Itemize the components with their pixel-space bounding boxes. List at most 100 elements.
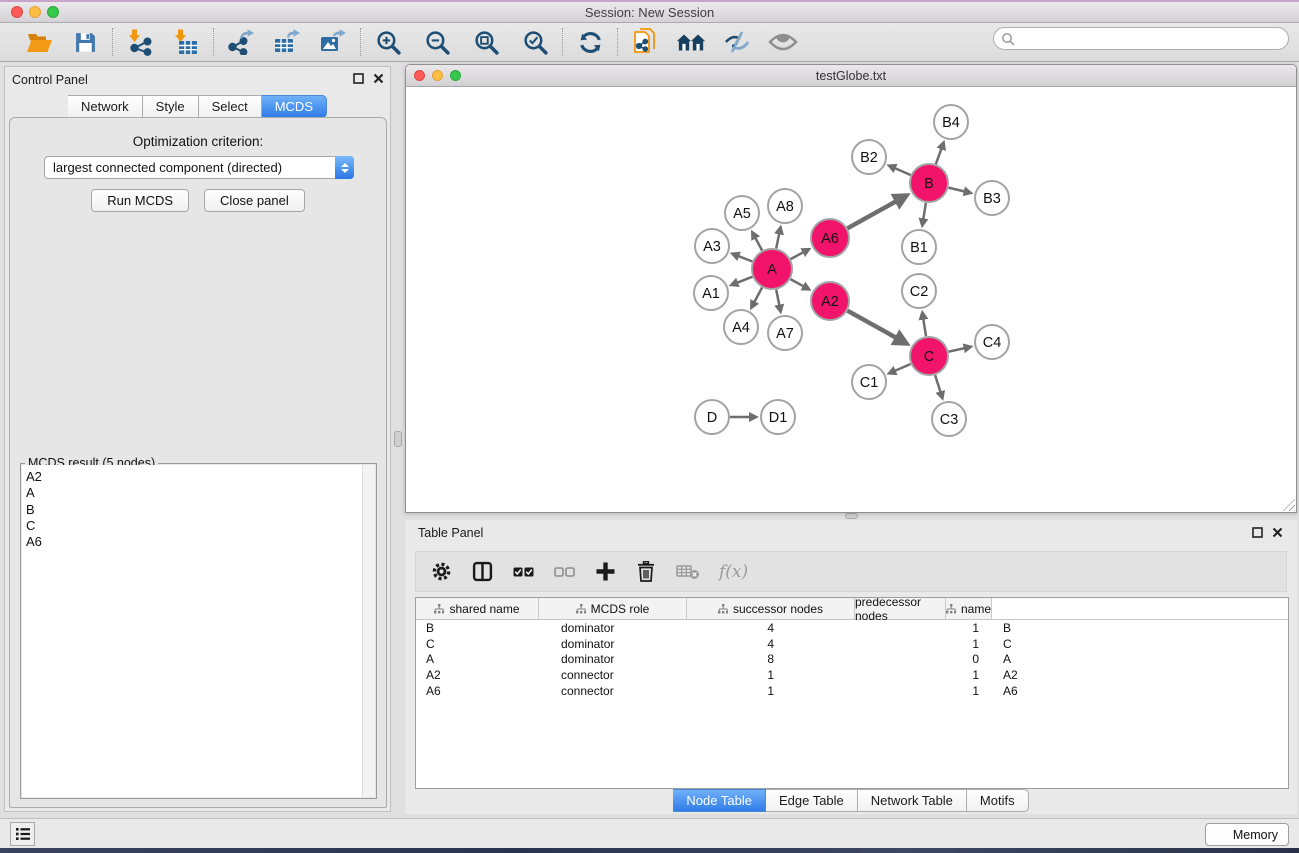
graph-edge-C-C3[interactable] [935,375,941,393]
show-details-button[interactable] [768,27,798,57]
graph-edge-B-B2[interactable] [894,168,910,175]
graph-edge-C-C1[interactable] [894,364,910,371]
cell-mcds-role[interactable]: dominator [548,637,671,651]
mcds-result-item[interactable]: A6 [26,534,375,550]
control-panel-tab[interactable]: Style [143,95,199,118]
close-panel-icon[interactable] [373,73,384,84]
graph-edge-C-C2[interactable] [923,318,926,336]
close-table-panel-icon[interactable] [1272,527,1283,538]
result-list-scrollbar[interactable] [362,465,375,797]
home-button[interactable] [676,27,706,57]
table-row[interactable]: A6 connector 1 1 A6 [416,683,1288,699]
table-row[interactable]: A2 connector 1 1 A2 [416,667,1288,683]
table-row[interactable]: B dominator 4 1 B [416,620,1288,636]
zoom-fit-button[interactable] [471,27,501,57]
graph-edge-A6-B[interactable] [848,201,898,229]
cell-shared-name[interactable]: A6 [416,684,548,698]
table-column-header[interactable]: MCDS role [539,598,687,619]
table-tab[interactable]: Edge Table [766,789,858,812]
cell-mcds-role[interactable]: connector [548,668,671,682]
save-session-button[interactable] [70,27,100,57]
graph-edge-A-A6[interactable] [791,252,805,259]
zoom-selected-button[interactable] [520,27,550,57]
graph-edge-A-A7[interactable] [776,290,779,307]
graph-edge-A-A4[interactable] [754,288,762,303]
cell-successor-nodes[interactable]: 4 [671,621,819,635]
graph-edge-A-A1[interactable] [737,277,753,283]
cell-successor-nodes[interactable]: 4 [671,637,819,651]
export-table-button[interactable] [272,27,302,57]
table-settings-button[interactable] [430,560,452,584]
cell-mcds-role[interactable]: dominator [548,621,671,635]
table-tab[interactable]: Node Table [673,789,766,812]
mcds-result-item[interactable]: A2 [26,469,375,485]
cell-name[interactable]: C [987,637,1078,651]
create-column-button[interactable] [594,560,616,584]
cell-shared-name[interactable]: A2 [416,668,548,682]
zoom-out-button[interactable] [422,27,452,57]
cell-name[interactable]: A [987,652,1078,666]
cell-successor-nodes[interactable]: 1 [671,668,819,682]
delete-columns-button[interactable] [635,560,657,584]
control-panel-tab[interactable]: Select [199,95,262,118]
vertical-splitter-handle[interactable] [394,431,402,447]
graph-edge-A-A8[interactable] [776,233,779,249]
network-from-file-button[interactable] [630,27,660,57]
network-window-titlebar[interactable]: testGlobe.txt [406,65,1296,87]
graph-edge-C-C4[interactable] [949,348,966,352]
apply-layout-button[interactable] [575,27,605,57]
cell-name[interactable]: A2 [987,668,1078,682]
hide-details-button[interactable] [722,27,752,57]
criterion-dropdown[interactable]: largest connected component (directed) [44,156,354,179]
table-row[interactable]: C dominator 4 1 C [416,636,1288,652]
mcds-result-item[interactable]: C [26,518,375,534]
main-titlebar[interactable]: Session: New Session [0,2,1299,23]
cell-name[interactable]: B [987,621,1078,635]
cell-successor-nodes[interactable]: 8 [671,652,819,666]
task-history-button[interactable] [10,822,35,846]
show-columns-button[interactable] [471,560,493,584]
import-table-button[interactable] [171,27,201,57]
export-network-button[interactable] [226,27,256,57]
network-canvas[interactable]: B4B2BB3A8A5A6A3B1AC2A1A2A4A7C4CC1DD1C3 [406,87,1296,512]
graph-edge-A2-C[interactable] [848,311,898,339]
horizontal-splitter-handle[interactable] [845,513,858,519]
table-column-header[interactable]: shared name [416,598,539,619]
cell-shared-name[interactable]: A [416,652,548,666]
select-all-columns-button[interactable] [512,560,534,584]
graph-edge-B-B1[interactable] [923,203,926,220]
cell-successor-nodes[interactable]: 1 [671,684,819,698]
mcds-result-list[interactable]: A2 A B C A6 [22,465,375,797]
cell-shared-name[interactable]: B [416,621,548,635]
open-session-button[interactable] [24,27,54,57]
table-tab[interactable]: Network Table [858,789,967,812]
cell-predecessor-nodes[interactable]: 1 [819,621,987,635]
network-graph-svg[interactable]: B4B2BB3A8A5A6A3B1AC2A1A2A4A7C4CC1DD1C3 [406,87,1296,512]
mcds-result-item[interactable]: A [26,485,375,501]
delete-table-button[interactable] [676,560,700,584]
graph-edge-A-A2[interactable] [790,279,804,287]
table-row[interactable]: A dominator 8 0 A [416,652,1288,668]
cell-predecessor-nodes[interactable]: 1 [819,637,987,651]
graph-edge-A-A5[interactable] [755,237,762,250]
search-field[interactable] [993,27,1289,50]
cell-shared-name[interactable]: C [416,637,548,651]
import-network-button[interactable] [125,27,155,57]
mcds-result-item[interactable]: B [26,502,375,518]
graph-edge-B-B4[interactable] [936,148,942,164]
zoom-in-button[interactable] [373,27,403,57]
graph-edge-B-B3[interactable] [949,188,966,192]
table-column-header[interactable]: name [946,598,992,619]
table-column-header[interactable]: successor nodes [687,598,855,619]
cell-mcds-role[interactable]: connector [548,684,671,698]
unselect-all-columns-button[interactable] [553,560,575,584]
close-panel-button[interactable]: Close panel [204,189,305,212]
cell-predecessor-nodes[interactable]: 1 [819,668,987,682]
cell-name[interactable]: A6 [987,684,1078,698]
cell-mcds-role[interactable]: dominator [548,652,671,666]
function-builder-button[interactable]: f(x) [719,560,748,584]
table-tab[interactable]: Motifs [967,789,1029,812]
table-column-header[interactable]: predecessor nodes [855,598,946,619]
cell-predecessor-nodes[interactable]: 1 [819,684,987,698]
run-mcds-button[interactable]: Run MCDS [91,189,189,212]
